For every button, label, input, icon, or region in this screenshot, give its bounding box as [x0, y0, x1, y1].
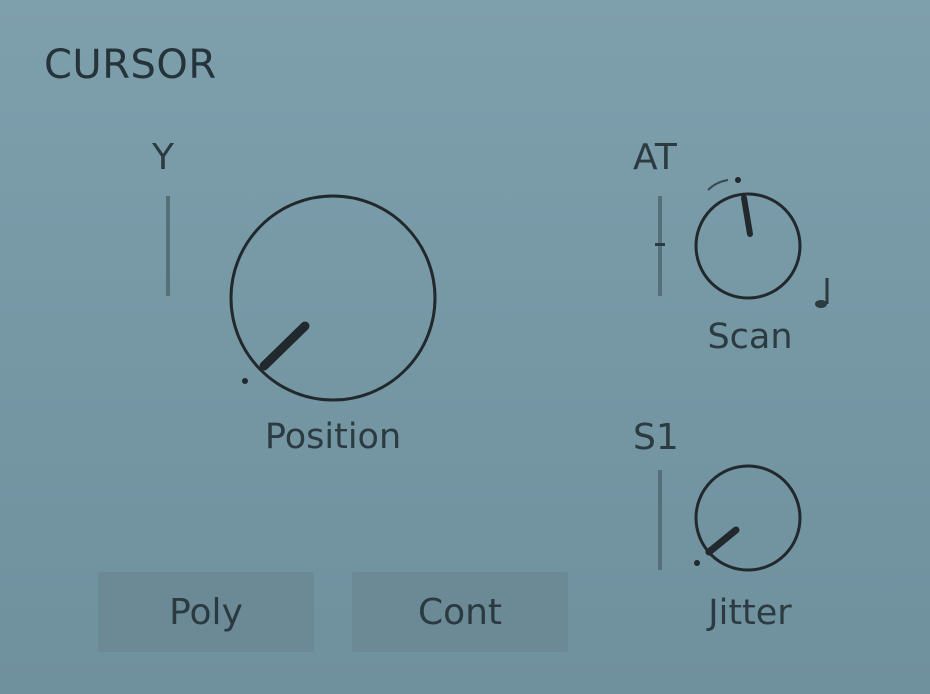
- position-knob-pointer: [259, 321, 310, 371]
- scan-mod-bar[interactable]: [658, 196, 662, 296]
- position-knob[interactable]: [220, 186, 450, 416]
- cont-button[interactable]: Cont: [352, 572, 568, 652]
- jitter-knob-min-dot: [694, 560, 700, 566]
- scan-knob-dot: [735, 177, 741, 183]
- scan-mod-marker: [655, 243, 665, 246]
- panel-title: CURSOR: [44, 42, 217, 88]
- note-icon: [815, 278, 829, 308]
- scan-knob[interactable]: [690, 170, 829, 310]
- position-knob-min-dot: [242, 378, 248, 384]
- jitter-knob[interactable]: [688, 460, 818, 590]
- position-mod-bar[interactable]: [166, 196, 170, 296]
- scan-mod-source-label: AT: [633, 137, 677, 178]
- jitter-knob-pointer: [705, 526, 740, 556]
- scan-mod-arc: [707, 179, 729, 191]
- jitter-mod-bar[interactable]: [658, 470, 662, 570]
- jitter-knob-label: Jitter: [708, 593, 792, 633]
- scan-knob-label: Scan: [707, 317, 793, 357]
- position-mod-source-label: Y: [152, 137, 174, 178]
- scan-knob-pointer: [741, 195, 753, 237]
- jitter-mod-source-label: S1: [633, 417, 679, 458]
- poly-button[interactable]: Poly: [98, 572, 314, 652]
- position-knob-label: Position: [264, 417, 402, 457]
